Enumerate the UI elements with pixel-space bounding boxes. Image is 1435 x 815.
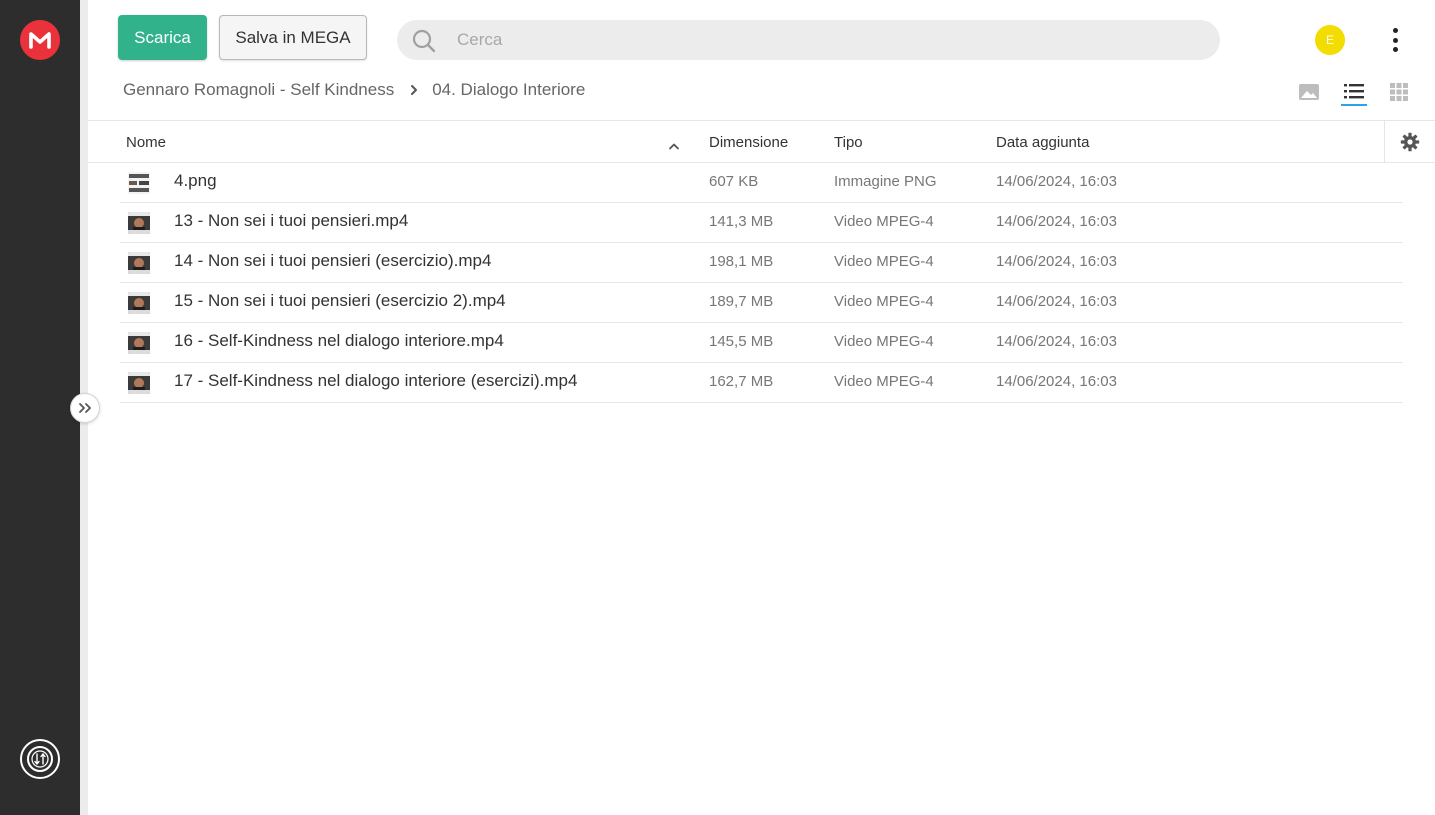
file-name[interactable]: 15 - Non sei i tuoi pensieri (esercizio … xyxy=(174,291,506,311)
video-thumbnail-icon xyxy=(128,372,150,394)
column-header-date[interactable]: Data aggiunta xyxy=(996,134,1089,151)
file-type: Video MPEG-4 xyxy=(834,293,934,310)
column-header-name[interactable]: Nome xyxy=(126,134,166,151)
table-row[interactable]: 17 - Self-Kindness nel dialogo interiore… xyxy=(120,363,1403,403)
top-bar: Scarica Salva in MEGA E xyxy=(88,0,1435,70)
search-bar[interactable] xyxy=(397,20,1220,60)
left-rail xyxy=(0,0,80,815)
breadcrumb-item-current[interactable]: 04. Dialogo Interiore xyxy=(432,80,585,100)
avatar[interactable]: E xyxy=(1315,25,1345,55)
file-size: 189,7 MB xyxy=(709,293,774,310)
kebab-menu-icon[interactable] xyxy=(1385,28,1405,52)
column-header-size[interactable]: Dimensione xyxy=(709,134,788,151)
file-name[interactable]: 14 - Non sei i tuoi pensieri (esercizio)… xyxy=(174,251,491,271)
file-size: 607 KB xyxy=(709,173,759,190)
table-header: Nome Dimensione Tipo Data aggiunta xyxy=(88,120,1435,163)
download-button[interactable]: Scarica xyxy=(118,15,207,60)
search-input[interactable] xyxy=(457,28,1157,52)
file-name[interactable]: 13 - Non sei i tuoi pensieri.mp4 xyxy=(174,211,408,231)
file-date: 14/06/2024, 16:03 xyxy=(996,293,1117,310)
file-type: Video MPEG-4 xyxy=(834,253,934,270)
file-date: 14/06/2024, 16:03 xyxy=(996,373,1117,390)
table-body: 4.png 607 KB Immagine PNG 14/06/2024, 16:03… xyxy=(88,163,1435,403)
video-thumbnail-icon xyxy=(128,332,150,354)
file-type: Immagine PNG xyxy=(834,173,937,190)
file-size: 198,1 MB xyxy=(709,253,774,270)
breadcrumb: Gennaro Romagnoli - Self Kindness 04. Di… xyxy=(123,79,585,101)
file-type: Video MPEG-4 xyxy=(834,213,934,230)
list-view-icon[interactable] xyxy=(1341,78,1367,106)
gallery-view-icon[interactable] xyxy=(1296,78,1322,106)
file-date: 14/06/2024, 16:03 xyxy=(996,213,1117,230)
table-row[interactable]: 16 - Self-Kindness nel dialogo interiore… xyxy=(120,323,1403,363)
file-type: Video MPEG-4 xyxy=(834,373,934,390)
table-row[interactable]: 15 - Non sei i tuoi pensieri (esercizio … xyxy=(120,283,1403,323)
expand-sidebar-icon[interactable] xyxy=(70,393,100,423)
table-row[interactable]: 4.png 607 KB Immagine PNG 14/06/2024, 16:03 xyxy=(120,163,1403,203)
file-name[interactable]: 17 - Self-Kindness nel dialogo interiore… xyxy=(174,371,577,391)
column-header-type[interactable]: Tipo xyxy=(834,134,863,151)
breadcrumb-item-root[interactable]: Gennaro Romagnoli - Self Kindness xyxy=(123,80,394,100)
file-table: Nome Dimensione Tipo Data aggiunta 4.png… xyxy=(88,120,1435,403)
save-to-mega-button[interactable]: Salva in MEGA xyxy=(219,15,367,60)
file-date: 14/06/2024, 16:03 xyxy=(996,253,1117,270)
video-thumbnail-icon xyxy=(128,292,150,314)
transfers-icon[interactable] xyxy=(20,739,60,779)
file-type: Video MPEG-4 xyxy=(834,333,934,350)
image-thumbnail-icon xyxy=(128,172,150,194)
search-icon[interactable] xyxy=(411,28,437,59)
view-mode-switcher xyxy=(1296,78,1431,108)
file-date: 14/06/2024, 16:03 xyxy=(996,333,1117,350)
file-size: 141,3 MB xyxy=(709,213,774,230)
video-thumbnail-icon xyxy=(128,212,150,234)
video-thumbnail-icon xyxy=(128,252,150,274)
table-row[interactable]: 13 - Non sei i tuoi pensieri.mp4 141,3 MB… xyxy=(120,203,1403,243)
sort-ascending-icon[interactable] xyxy=(668,137,680,154)
mega-logo-icon[interactable] xyxy=(20,20,60,60)
file-size: 162,7 MB xyxy=(709,373,774,390)
file-date: 14/06/2024, 16:03 xyxy=(996,173,1117,190)
file-size: 145,5 MB xyxy=(709,333,774,350)
gear-icon[interactable] xyxy=(1384,120,1435,163)
chevron-right-icon xyxy=(410,84,418,96)
table-row[interactable]: 14 - Non sei i tuoi pensieri (esercizio)… xyxy=(120,243,1403,283)
grid-view-icon[interactable] xyxy=(1386,78,1412,106)
file-name[interactable]: 4.png xyxy=(174,171,217,191)
file-name[interactable]: 16 - Self-Kindness nel dialogo interiore… xyxy=(174,331,504,351)
